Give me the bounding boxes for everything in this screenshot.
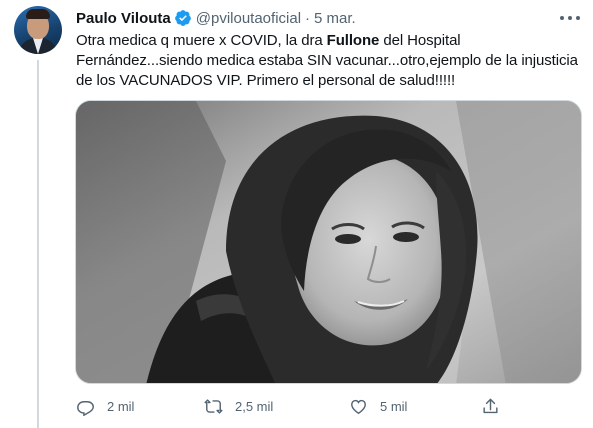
author-name[interactable]: Paulo Vilouta [76, 10, 171, 27]
author-handle[interactable]: @pviloutaoficial [196, 10, 301, 27]
avatar-hair [26, 9, 50, 19]
tweet-actions: 2 mil 2,5 mil 5 mil [76, 395, 506, 417]
avatar[interactable] [14, 6, 62, 54]
tweet-text-bold: Fullone [326, 32, 380, 49]
share-icon [483, 398, 498, 413]
share-button[interactable] [481, 395, 500, 417]
more-options-icon[interactable] [560, 10, 580, 26]
retweet-count: 2,5 mil [235, 398, 274, 414]
reply-button[interactable]: 2 mil [76, 395, 134, 417]
like-button[interactable]: 5 mil [349, 395, 407, 417]
verified-badge-icon [174, 10, 191, 26]
retweet-icon [204, 398, 223, 414]
tweet-header: Paulo Vilouta @pviloutaoficial · 5 mar. [76, 8, 356, 28]
more-dot [576, 16, 580, 20]
tweet-date[interactable]: 5 mar. [314, 10, 356, 27]
photo-illustration [76, 101, 581, 383]
more-dot [560, 16, 564, 20]
reply-icon [77, 400, 94, 416]
tweet-text: Otra medica q muere x COVID, la dra Full… [76, 31, 581, 91]
heart-icon [351, 399, 366, 414]
tweet-text-part1: Otra medica q muere x COVID, la dra [76, 32, 327, 49]
thread-line [37, 60, 39, 428]
header-separator: · [305, 9, 311, 27]
reply-count: 2 mil [107, 398, 135, 414]
tweet[interactable]: Paulo Vilouta @pviloutaoficial · 5 mar. … [0, 0, 593, 428]
retweet-button[interactable]: 2,5 mil [204, 395, 273, 417]
like-count: 5 mil [380, 398, 408, 414]
tweet-photo[interactable] [75, 100, 582, 384]
more-dot [568, 16, 572, 20]
